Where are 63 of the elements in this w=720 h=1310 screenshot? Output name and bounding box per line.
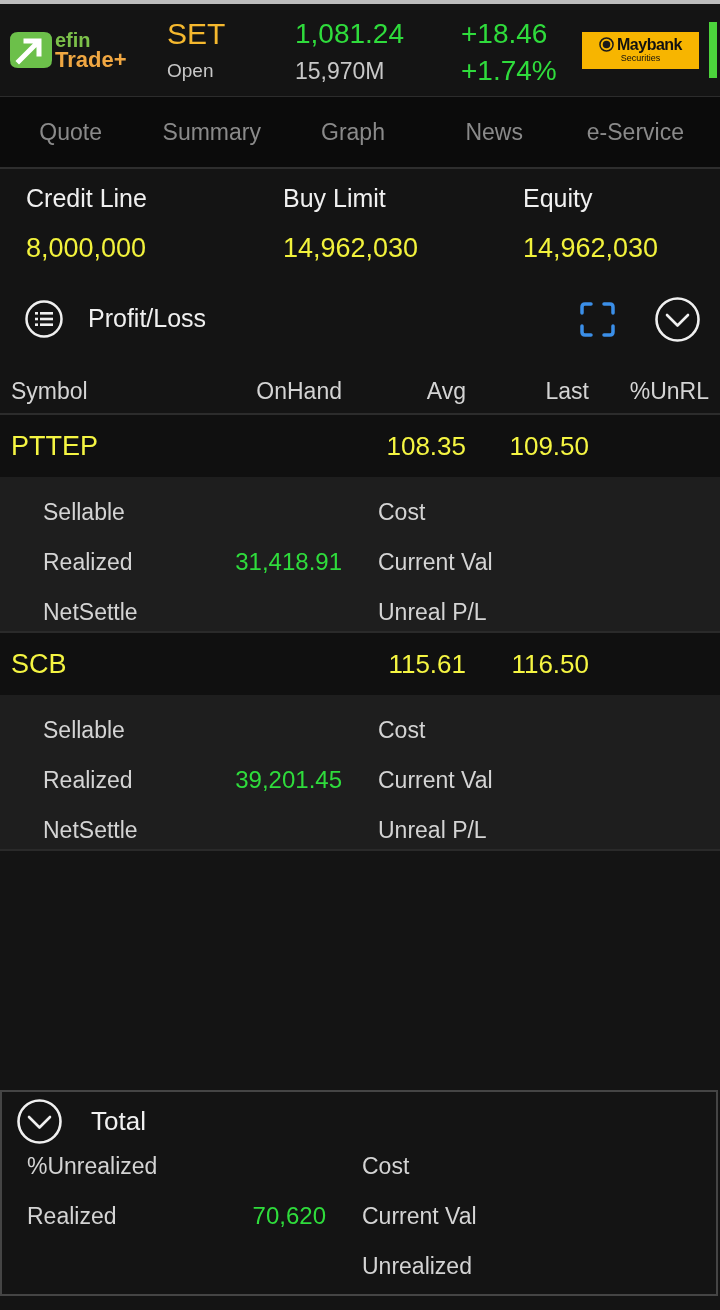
column-header: Last (545, 376, 589, 406)
detail-label: Unreal P/L (378, 598, 487, 625)
account-value: 14,962,030 (283, 233, 420, 263)
detail-label: Unrealized (362, 1252, 472, 1279)
fullscreen-icon[interactable] (580, 301, 615, 337)
last-price: 109.50 (509, 429, 589, 463)
chevron-down-icon[interactable] (17, 1098, 62, 1144)
total-title: Total (91, 1104, 146, 1138)
avg-price: 108.35 (386, 429, 466, 463)
tab[interactable]: Summary (141, 97, 283, 167)
detail-value: 31,418.91 (235, 547, 342, 577)
app-logo-text: efin (55, 31, 92, 50)
column-header: Avg (426, 376, 466, 406)
holding-row[interactable]: SCB 115.61 116.50 (0, 633, 720, 695)
detail-label: Realized (43, 547, 133, 577)
detail-label: NetSettle (43, 597, 138, 627)
status-indicator (709, 22, 717, 78)
chevron-down-icon[interactable] (655, 296, 700, 342)
symbol-text: SCB (11, 647, 67, 681)
tab[interactable]: News (423, 97, 565, 167)
detail-label: Sellable (43, 497, 125, 527)
account-value: 8,000,000 (26, 233, 148, 263)
app-logo-text: Trade+ (55, 50, 127, 69)
account-label: Buy Limit (283, 183, 387, 213)
emblem-icon (599, 37, 614, 52)
account-value: 14,962,030 (523, 233, 660, 263)
detail-label: %Unrealized (27, 1151, 158, 1181)
market-name: SET (167, 17, 227, 51)
detail-label: Realized (43, 765, 133, 795)
symbol-text: PTTEP (11, 429, 98, 463)
detail-label: NetSettle (43, 815, 138, 845)
market-state: Open (167, 59, 215, 83)
detail-value: 39,201.45 (235, 765, 342, 795)
detail-value: 70,620 (252, 1201, 326, 1231)
detail-label: Sellable (43, 715, 125, 745)
column-header: Symbol (11, 376, 88, 406)
detail-label: Cost (378, 716, 426, 743)
detail-label: Current Val (362, 1202, 477, 1229)
holding-row[interactable]: PTTEP 108.35 109.50 (0, 415, 720, 477)
broker-logo-text: Securities (620, 53, 661, 64)
trade-volume: 15,970M (295, 59, 386, 83)
detail-label: Cost (362, 1152, 410, 1179)
section-title: Profit/Loss (88, 303, 207, 335)
index-change-percent: +1.74% (461, 59, 558, 83)
column-header: OnHand (256, 376, 342, 406)
index-value: 1,081.24 (295, 17, 405, 51)
list-icon[interactable] (25, 300, 63, 338)
arrow-icon (10, 32, 52, 68)
avg-price: 115.61 (388, 647, 466, 681)
tab[interactable]: Quote (0, 97, 142, 167)
broker-logo-text: Maybank (617, 36, 682, 53)
detail-label: Cost (378, 498, 426, 525)
detail-label: Current Val (378, 766, 493, 793)
account-label: Credit Line (26, 183, 148, 213)
tab[interactable]: e-Service (564, 97, 706, 167)
detail-label: Realized (27, 1201, 117, 1231)
detail-label: Unreal P/L (378, 816, 487, 843)
detail-label: Current Val (378, 548, 493, 575)
column-header: %UnRL (629, 376, 709, 406)
account-label: Equity (523, 183, 594, 213)
last-price: 116.50 (511, 647, 589, 681)
tab[interactable]: Graph (282, 97, 424, 167)
index-change: +18.46 (461, 17, 549, 51)
